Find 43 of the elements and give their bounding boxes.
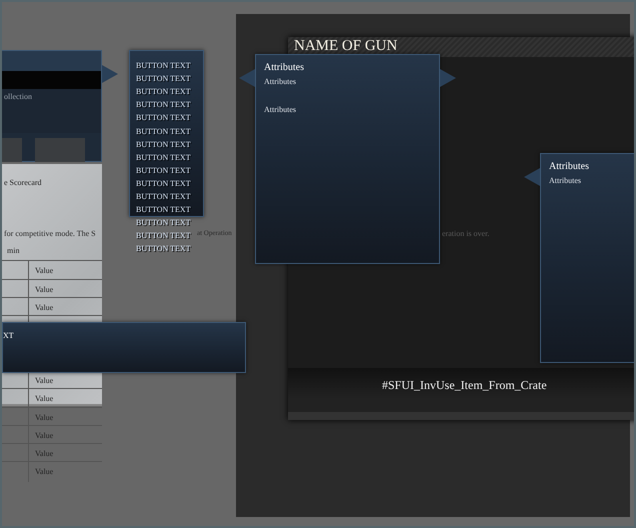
table-cell: Value [35, 286, 54, 294]
list-button[interactable]: BUTTON TEXT [136, 101, 191, 110]
pointer-arrow-icon [524, 168, 540, 186]
list-button[interactable]: BUTTON TEXT [136, 114, 191, 122]
list-button[interactable]: BUTTON TEXT [136, 140, 191, 149]
tooltip-title: Attributes [549, 162, 589, 172]
list-button[interactable]: BUTTON TEXT [136, 206, 191, 214]
pointer-arrow-icon [102, 65, 118, 83]
list-button[interactable]: BUTTON TEXT [136, 154, 191, 162]
duration-label: min [7, 247, 20, 255]
pointer-arrow-icon [239, 69, 255, 87]
table-cell: Value [35, 304, 54, 312]
tooltip-subtitle: Attributes [549, 177, 581, 185]
list-button[interactable]: BUTTON TEXT [136, 62, 191, 70]
tooltip-subtitle: Attributes [264, 78, 296, 86]
list-button[interactable]: BUTTON TEXT [136, 166, 191, 175]
thumbnail-tile [2, 138, 22, 162]
list-button[interactable]: BUTTON TEXT [136, 128, 191, 136]
list-button[interactable]: BUTTON TEXT [136, 180, 191, 188]
table-cell: Value [35, 377, 54, 385]
list-button[interactable]: BUTTON TEXT [136, 232, 191, 240]
table-cell: Value [35, 414, 54, 422]
list-button[interactable]: BUTTON TEXT [136, 193, 191, 201]
table-cell: Value [35, 468, 54, 476]
background-text: eration is over. [442, 230, 490, 238]
list-button[interactable]: BUTTON TEXT [136, 245, 191, 254]
table-cell: Value [35, 395, 54, 403]
banner-text: XT [3, 332, 14, 340]
footer-label: #SFUI_InvUse_Item_From_Crate [382, 379, 547, 391]
scorecard-title: e Scorecard [4, 179, 42, 187]
tooltip-body: Attributes [264, 106, 296, 114]
pointer-arrow-icon [440, 69, 456, 87]
list-button[interactable]: BUTTON TEXT [136, 219, 191, 228]
table-cell: Value [35, 267, 54, 275]
table-cell: Value [35, 432, 54, 440]
gun-name-title: NAME OF GUN [294, 39, 398, 54]
table-cell: Value [35, 450, 54, 458]
list-button[interactable]: BUTTON TEXT [136, 75, 191, 84]
scorecard-description: for competitive mode. The S [4, 230, 96, 238]
collection-subtitle: ollection [4, 93, 32, 101]
thumbnail-tile [35, 138, 85, 162]
list-button[interactable]: BUTTON TEXT [136, 88, 191, 96]
tooltip-title: Attributes [264, 63, 304, 73]
